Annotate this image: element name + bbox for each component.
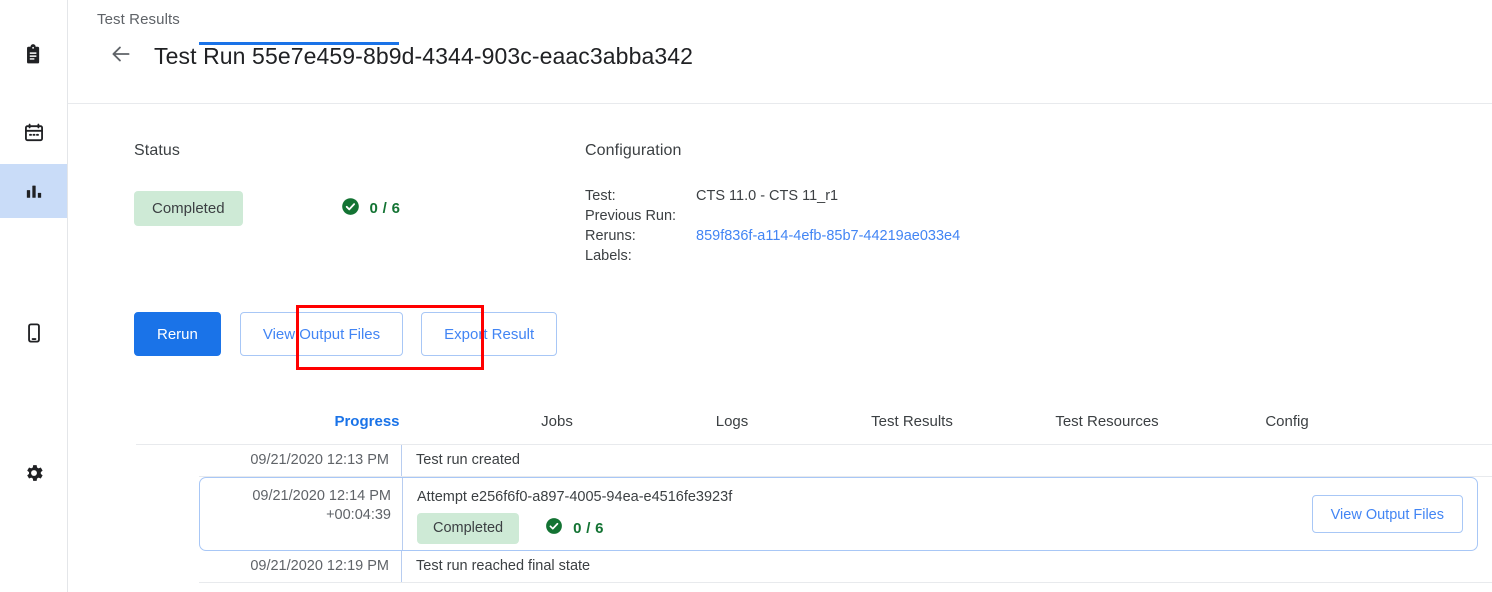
back-button[interactable] — [103, 38, 139, 74]
view-output-files-button[interactable]: View Output Files — [240, 312, 403, 356]
status-row: Completed 0 / 6 — [134, 191, 594, 226]
page-header: Test Results Test Run 55e7e459-8b9d-4344… — [68, 0, 1492, 104]
status-block: Status Completed 0 / 6 — [134, 142, 594, 226]
progress-row-time: 09/21/2020 12:14 PM +00:04:39 — [200, 478, 403, 550]
tab-test-resources[interactable]: Test Resources — [1007, 400, 1207, 444]
sidebar-item-device[interactable] — [0, 306, 67, 360]
attempt-duration-offset: +00:04:39 — [200, 506, 391, 525]
attempt-status-row: Completed 0 / 6 — [417, 513, 604, 544]
phone-icon — [23, 322, 45, 344]
attempt-count: 0 / 6 — [573, 519, 604, 538]
progress-row-text: Test run created — [402, 445, 1492, 476]
page-title: Test Run 55e7e459-8b9d-4344-903c-eaac3ab… — [154, 43, 693, 70]
sidebar-item-clipboard[interactable] — [0, 28, 67, 82]
bar-chart-icon — [23, 180, 45, 202]
export-result-button[interactable]: Export Result — [421, 312, 557, 356]
check-circle-icon — [545, 517, 563, 541]
action-button-row: Rerun View Output Files Export Result — [134, 312, 557, 356]
tab-progress[interactable]: Progress — [267, 400, 467, 444]
status-badge: Completed — [134, 191, 243, 226]
config-value-labels — [696, 246, 960, 266]
main-content: Test Results Test Run 55e7e459-8b9d-4344… — [68, 0, 1492, 592]
attempt-view-output-files-button[interactable]: View Output Files — [1312, 495, 1463, 533]
configuration-table: Test: CTS 11.0 - CTS 11_r1 Previous Run:… — [585, 186, 960, 266]
progress-row-time: 09/21/2020 12:13 PM — [199, 445, 402, 476]
config-value-reruns: 859f836f-a114-4efb-85b7-44219ae033e4 — [696, 226, 960, 246]
config-key-previous-run: Previous Run: — [585, 206, 696, 226]
config-row-previous-run: Previous Run: — [585, 206, 960, 226]
config-key-test: Test: — [585, 186, 696, 206]
reruns-link[interactable]: 859f836f-a114-4efb-85b7-44219ae033e4 — [696, 228, 960, 244]
progress-row-time: 09/21/2020 12:19 PM — [199, 551, 402, 582]
config-row-labels: Labels: — [585, 246, 960, 266]
app-root: Test Results Test Run 55e7e459-8b9d-4344… — [0, 0, 1492, 592]
progress-row-final-state: 09/21/2020 12:19 PM Test run reached fin… — [199, 551, 1492, 583]
configuration-section-label: Configuration — [585, 142, 960, 160]
progress-row-attempt[interactable]: 09/21/2020 12:14 PM +00:04:39 Attempt e2… — [199, 477, 1478, 551]
config-row-reruns: Reruns: 859f836f-a114-4efb-85b7-44219ae0… — [585, 226, 960, 246]
arrow-left-icon — [108, 41, 134, 72]
tab-test-results[interactable]: Test Results — [817, 400, 1007, 444]
config-key-reruns: Reruns: — [585, 226, 696, 246]
progress-row-text: Test run reached final state — [402, 551, 1492, 582]
sidebar — [0, 0, 68, 592]
config-row-test: Test: CTS 11.0 - CTS 11_r1 — [585, 186, 960, 206]
calendar-icon — [23, 122, 45, 144]
tab-bar: Progress Jobs Logs Test Results Test Res… — [136, 400, 1492, 445]
attempt-status-badge: Completed — [417, 513, 519, 544]
active-tab-indicator — [199, 42, 399, 45]
config-value-test: CTS 11.0 - CTS 11_r1 — [696, 186, 960, 206]
clipboard-icon — [23, 44, 45, 66]
check-circle-icon — [341, 197, 360, 221]
breadcrumb: Test Results — [97, 11, 180, 28]
configuration-block: Configuration Test: CTS 11.0 - CTS 11_r1… — [585, 142, 960, 266]
gear-icon — [23, 462, 45, 484]
progress-list: 09/21/2020 12:13 PM Test run created 09/… — [199, 445, 1492, 583]
attempt-id-text: Attempt e256f6f0-a897-4005-94ea-e4516fe3… — [417, 487, 732, 507]
status-count-group: 0 / 6 — [341, 197, 401, 221]
config-key-labels: Labels: — [585, 246, 696, 266]
config-value-previous-run — [696, 206, 960, 226]
sidebar-item-bar-chart[interactable] — [0, 164, 67, 218]
attempt-action-area: View Output Files — [1312, 495, 1463, 533]
attempt-count-group: 0 / 6 — [545, 517, 604, 541]
status-count: 0 / 6 — [370, 200, 401, 217]
status-section-label: Status — [134, 142, 594, 160]
sidebar-item-settings[interactable] — [0, 446, 67, 500]
progress-row-created: 09/21/2020 12:13 PM Test run created — [199, 445, 1492, 477]
attempt-timestamp: 09/21/2020 12:14 PM — [252, 488, 391, 504]
rerun-button[interactable]: Rerun — [134, 312, 221, 356]
tab-jobs[interactable]: Jobs — [467, 400, 647, 444]
sidebar-item-calendar[interactable] — [0, 106, 67, 160]
tab-logs[interactable]: Logs — [647, 400, 817, 444]
tab-config[interactable]: Config — [1207, 400, 1367, 444]
